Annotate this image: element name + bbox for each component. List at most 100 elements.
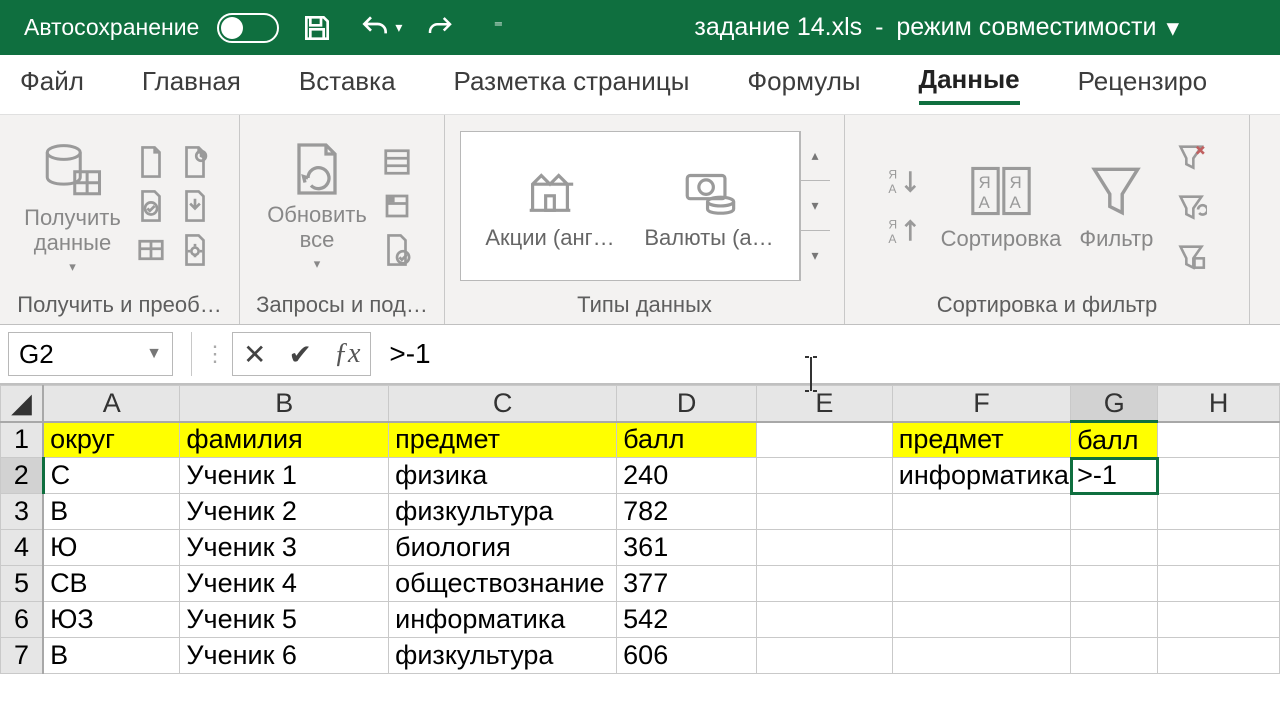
cell[interactable]: В: [43, 638, 180, 674]
cell[interactable]: [1158, 422, 1280, 458]
cell[interactable]: информатика: [389, 602, 617, 638]
redo-icon[interactable]: [420, 8, 460, 48]
tab-insert[interactable]: Вставка: [299, 66, 396, 103]
from-table-icon[interactable]: [131, 186, 171, 226]
from-file-icon[interactable]: [175, 186, 215, 226]
cell[interactable]: 377: [617, 566, 757, 602]
cell[interactable]: Ю: [43, 530, 180, 566]
cell[interactable]: биология: [389, 530, 617, 566]
filter-button[interactable]: Фильтр: [1079, 160, 1153, 252]
cell[interactable]: Ученик 6: [180, 638, 389, 674]
row-header[interactable]: 7: [1, 638, 44, 674]
cell[interactable]: [757, 494, 893, 530]
cell[interactable]: Ученик 1: [180, 458, 389, 494]
chevron-up-icon[interactable]: ▴: [801, 131, 830, 181]
row-header[interactable]: 1: [1, 422, 44, 458]
refresh-all-button[interactable]: Обновить все ▾: [267, 139, 367, 271]
chevron-down-icon[interactable]: ▾: [801, 181, 830, 231]
cell[interactable]: информатика: [892, 458, 1070, 494]
properties-icon[interactable]: [377, 186, 417, 226]
row-header[interactable]: 2: [1, 458, 44, 494]
worksheet[interactable]: ◢ A B C D E F G H 1 округ фамилия предме…: [0, 385, 1280, 674]
row-header[interactable]: 5: [1, 566, 44, 602]
cell[interactable]: [757, 566, 893, 602]
cell[interactable]: Ученик 4: [180, 566, 389, 602]
cell[interactable]: [1071, 602, 1158, 638]
cell[interactable]: Ученик 2: [180, 494, 389, 530]
advanced-filter-icon[interactable]: [1171, 236, 1211, 276]
select-all-corner[interactable]: ◢: [1, 386, 44, 422]
cell[interactable]: физкультура: [389, 494, 617, 530]
undo-dropdown-icon[interactable]: ▾: [395, 19, 402, 36]
cell[interactable]: [757, 638, 893, 674]
existing-connections-icon[interactable]: [175, 230, 215, 270]
cell[interactable]: предмет: [389, 422, 617, 458]
currencies-type[interactable]: Валюты (а…: [644, 161, 773, 251]
autosave-toggle[interactable]: [217, 13, 279, 43]
undo-icon[interactable]: [355, 8, 395, 48]
cell[interactable]: 240: [617, 458, 757, 494]
col-header-H[interactable]: H: [1158, 386, 1280, 422]
cell[interactable]: 606: [617, 638, 757, 674]
queries-icon[interactable]: [377, 142, 417, 182]
col-header-E[interactable]: E: [757, 386, 893, 422]
cell[interactable]: [1158, 530, 1280, 566]
cell[interactable]: 782: [617, 494, 757, 530]
cell[interactable]: [757, 458, 893, 494]
types-spinner[interactable]: ▴ ▾ ▾: [800, 131, 830, 281]
tab-home[interactable]: Главная: [142, 66, 241, 103]
fx-icon[interactable]: ƒx: [334, 338, 360, 370]
cell[interactable]: 361: [617, 530, 757, 566]
tab-review[interactable]: Рецензиро: [1078, 66, 1207, 103]
cell[interactable]: физкультура: [389, 638, 617, 674]
line-chevron-icon[interactable]: ▾: [801, 231, 830, 280]
namebox-menu-icon[interactable]: ⋮: [198, 341, 232, 367]
cell[interactable]: [892, 602, 1070, 638]
cell[interactable]: [1158, 638, 1280, 674]
tab-file[interactable]: Файл: [20, 66, 84, 103]
cell[interactable]: [892, 494, 1070, 530]
cell[interactable]: обществознание: [389, 566, 617, 602]
reapply-icon[interactable]: [1171, 186, 1211, 226]
cell[interactable]: фамилия: [180, 422, 389, 458]
cell[interactable]: Ученик 5: [180, 602, 389, 638]
formula-input[interactable]: [371, 332, 1280, 376]
sort-button[interactable]: ЯА ЯА Сортировка: [941, 160, 1062, 252]
row-header[interactable]: 3: [1, 494, 44, 530]
tab-layout[interactable]: Разметка страницы: [454, 66, 690, 103]
cell[interactable]: [1158, 566, 1280, 602]
cell[interactable]: [1158, 494, 1280, 530]
sort-asc-icon[interactable]: ЯА: [883, 161, 923, 201]
col-header-B[interactable]: B: [180, 386, 389, 422]
row-header[interactable]: 4: [1, 530, 44, 566]
cell[interactable]: [1158, 458, 1280, 494]
cell[interactable]: [1071, 494, 1158, 530]
cell[interactable]: СВ: [43, 566, 180, 602]
cell[interactable]: [757, 530, 893, 566]
chevron-down-icon[interactable]: ▼: [146, 345, 162, 363]
cell[interactable]: ЮЗ: [43, 602, 180, 638]
cell[interactable]: [1071, 638, 1158, 674]
qat-overflow-icon[interactable]: ⁼: [478, 8, 518, 48]
row-header[interactable]: 6: [1, 602, 44, 638]
col-header-D[interactable]: D: [617, 386, 757, 422]
tab-data[interactable]: Данные: [919, 64, 1020, 105]
cell[interactable]: В: [43, 494, 180, 530]
cancel-formula-icon[interactable]: ✕: [243, 338, 266, 371]
tab-formulas[interactable]: Формулы: [747, 66, 860, 103]
data-types-gallery[interactable]: Акции (анг… Валюты (а…: [460, 131, 800, 281]
edit-links-icon[interactable]: [377, 230, 417, 270]
cell[interactable]: >-1: [1071, 458, 1158, 494]
accept-formula-icon[interactable]: ✔: [288, 338, 311, 371]
save-icon[interactable]: [297, 8, 337, 48]
clear-filter-icon[interactable]: [1171, 136, 1211, 176]
cell[interactable]: балл: [1071, 422, 1158, 458]
cell[interactable]: предмет: [892, 422, 1070, 458]
name-box[interactable]: G2▼: [8, 332, 173, 376]
stocks-type[interactable]: Акции (анг…: [485, 161, 614, 251]
cell[interactable]: [892, 566, 1070, 602]
title-dropdown-icon[interactable]: ▾: [1166, 13, 1179, 43]
cell[interactable]: [892, 530, 1070, 566]
cell[interactable]: [1158, 602, 1280, 638]
cell[interactable]: 542: [617, 602, 757, 638]
